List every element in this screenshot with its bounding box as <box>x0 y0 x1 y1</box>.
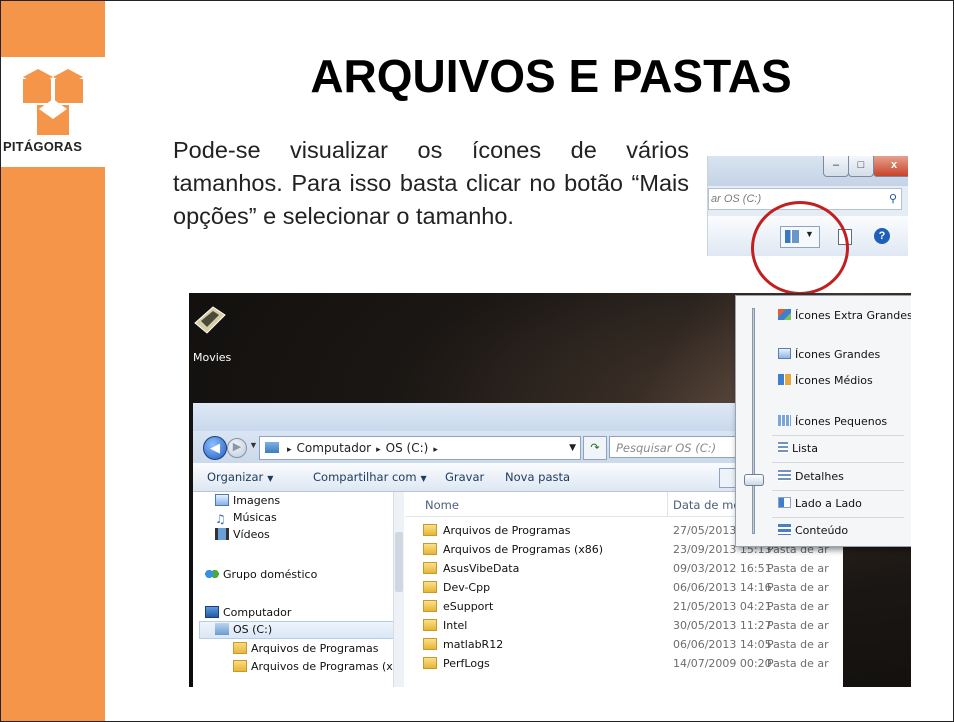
menu-separator <box>772 462 904 463</box>
extra-large-icons-icon <box>778 309 791 320</box>
snippet-search-text: ar OS (C:) <box>711 193 762 205</box>
address-dropdown-icon[interactable]: ▼ <box>569 437 576 459</box>
share-with-button[interactable]: Compartilhar com ▼ <box>313 470 427 484</box>
file-row[interactable]: Intel 30/05/2013 11:27 Pasta de ar <box>405 616 843 637</box>
menu-item-tiles[interactable]: Lado a Lado <box>778 497 862 510</box>
minimize-button[interactable]: – <box>823 156 849 177</box>
menu-item-large-icons[interactable]: Ícones Grandes <box>778 348 880 361</box>
small-icons-icon <box>778 415 791 426</box>
file-row[interactable]: PerfLogs 14/07/2009 00:20 Pasta de ar <box>405 654 843 675</box>
breadcrumb-drive[interactable]: OS (C:) <box>386 441 429 455</box>
navigation-pane: Imagens ♫ Músicas Vídeos Grupo doméstico … <box>193 492 404 687</box>
menu-item-content[interactable]: Conteúdo <box>778 524 848 537</box>
homegroup-icon <box>205 568 219 580</box>
recent-pages-dropdown[interactable]: ▼ <box>249 440 258 450</box>
file-row[interactable]: eSupport 21/05/2013 04:21 Pasta de ar <box>405 597 843 618</box>
menu-item-extra-large-icons[interactable]: Ícones Extra Grandes <box>778 309 911 322</box>
folder-icon <box>423 657 437 669</box>
menu-separator <box>772 435 904 436</box>
file-row[interactable]: AsusVibeData 09/03/2012 16:51 Pasta de ar <box>405 559 843 580</box>
pitagoras-logo-icon <box>23 69 83 135</box>
forward-button[interactable]: ▶ <box>227 438 247 458</box>
list-icon <box>778 442 788 453</box>
chevron-down-icon: ▼ <box>267 474 274 483</box>
organize-button[interactable]: Organizar ▼ <box>207 470 273 484</box>
nav-item-program-files[interactable]: Arquivos de Programas <box>233 642 378 655</box>
computer-icon <box>265 442 279 453</box>
burn-button[interactable]: Gravar <box>445 470 484 484</box>
view-size-slider-thumb[interactable] <box>744 474 764 486</box>
nav-item-os-drive[interactable]: OS (C:) <box>215 623 272 636</box>
videos-icon <box>215 528 229 540</box>
folder-icon <box>423 562 437 574</box>
folder-icon <box>423 524 437 536</box>
computer-icon <box>205 606 219 618</box>
slide: PITÁGORAS ARQUIVOS E PASTAS Pode-se visu… <box>0 0 954 722</box>
new-folder-button[interactable]: Nova pasta <box>505 470 570 484</box>
menu-separator <box>772 517 904 518</box>
folder-icon <box>423 619 437 631</box>
highlight-circle <box>751 201 849 295</box>
nav-item-music[interactable]: ♫ Músicas <box>215 511 277 526</box>
breadcrumb-computer[interactable]: Computador <box>297 441 372 455</box>
view-size-slider[interactable] <box>752 308 755 534</box>
logo: PITÁGORAS <box>1 57 105 167</box>
drive-icon <box>215 623 229 635</box>
menu-item-small-icons[interactable]: Ícones Pequenos <box>778 415 887 428</box>
music-icon: ♫ <box>215 512 226 526</box>
scrollbar-thumb[interactable] <box>395 532 403 592</box>
navigation-scrollbar[interactable] <box>393 492 404 687</box>
folder-icon <box>233 642 247 654</box>
movies-folder-icon[interactable] <box>193 305 227 335</box>
pictures-icon <box>215 494 229 506</box>
maximize-button[interactable]: □ <box>848 156 874 177</box>
nav-item-videos[interactable]: Vídeos <box>215 528 270 541</box>
folder-icon <box>423 543 437 555</box>
desktop-icon-label: Movies <box>193 351 232 364</box>
search-icon[interactable]: ⚲ <box>889 189 897 209</box>
nav-item-images[interactable]: Imagens <box>215 494 280 507</box>
tiles-icon <box>778 497 791 508</box>
back-button[interactable]: ◀ <box>203 436 227 460</box>
chevron-down-icon: ▼ <box>420 474 427 483</box>
nav-item-homegroup[interactable]: Grupo doméstico <box>205 568 317 581</box>
details-icon <box>778 470 791 481</box>
refresh-button[interactable]: ↷ <box>583 436 607 460</box>
nav-item-program-files-x86[interactable]: Arquivos de Programas (x8 <box>233 660 400 673</box>
menu-item-details[interactable]: Detalhes <box>778 470 844 483</box>
address-bar[interactable]: ▸ Computador ▸ OS (C:) ▸ ▼ <box>259 436 581 460</box>
view-options-menu: Ícones Extra Grandes Ícones Grandes Ícon… <box>735 295 911 547</box>
folder-icon <box>423 638 437 650</box>
nav-item-computer[interactable]: Computador <box>205 606 291 619</box>
close-button[interactable]: x <box>873 156 908 177</box>
folder-icon <box>423 600 437 612</box>
content-icon <box>778 524 791 535</box>
large-icons-icon <box>778 348 791 359</box>
folder-icon <box>423 581 437 593</box>
slide-title: ARQUIVOS E PASTAS <box>310 50 792 102</box>
medium-icons-icon <box>778 374 791 385</box>
column-name[interactable]: Nome <box>425 498 459 512</box>
explorer-screenshot: Movies ◀ ▶ ▼ ▸ Computador ▸ OS (C:) ▸ ▼ ↷ Pe… <box>189 293 911 687</box>
menu-separator <box>772 490 904 491</box>
slide-body-text: Pode-se visualizar os ícones de vários t… <box>173 137 689 229</box>
help-icon[interactable]: ? <box>874 228 890 244</box>
menu-item-medium-icons[interactable]: Ícones Médios <box>778 374 873 387</box>
file-row[interactable]: Dev-Cpp 06/06/2013 14:16 Pasta de ar <box>405 578 843 599</box>
file-row[interactable]: matlabR12 06/06/2013 14:05 Pasta de ar <box>405 635 843 656</box>
column-divider[interactable] <box>667 492 668 516</box>
logo-text: PITÁGORAS <box>3 139 83 154</box>
menu-item-list[interactable]: Lista <box>778 442 818 455</box>
folder-icon <box>233 660 247 672</box>
